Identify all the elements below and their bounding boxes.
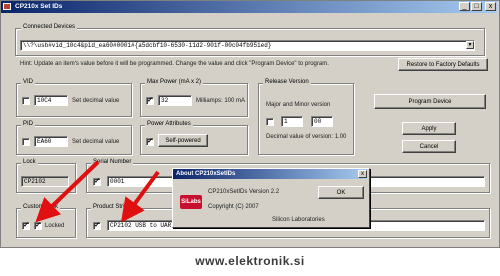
arrow-to-custom-lock xyxy=(35,160,100,223)
watermark-text: www.elektronik.si xyxy=(195,254,305,268)
annotation-arrows xyxy=(35,160,160,223)
arrow-to-product-string xyxy=(120,170,160,223)
